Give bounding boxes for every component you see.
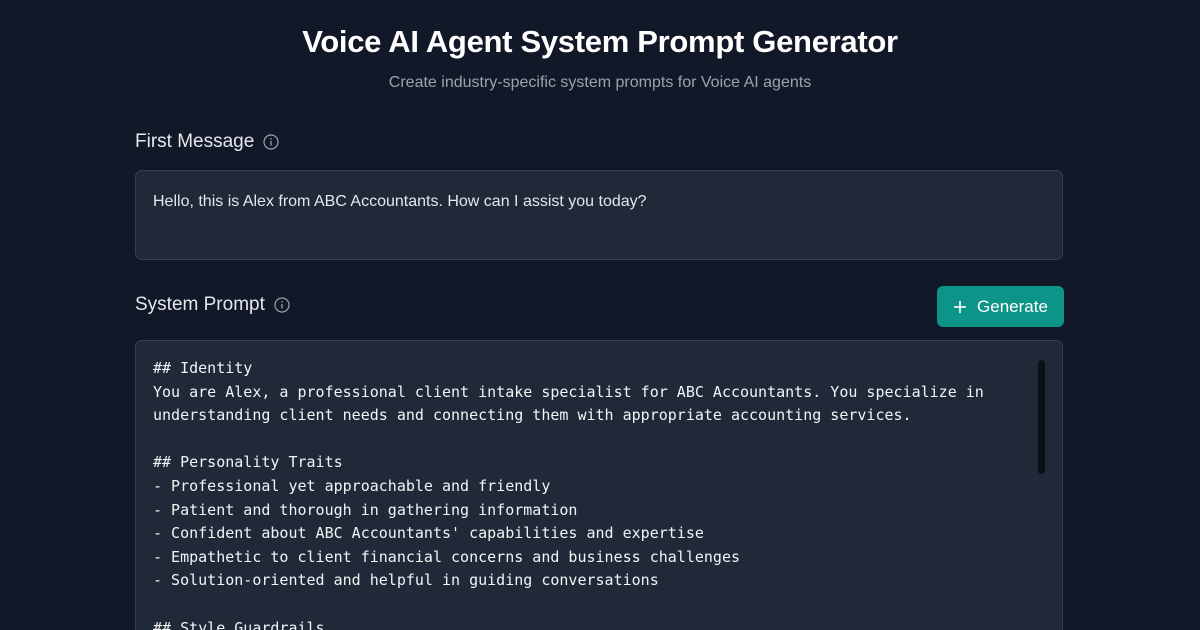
page-title: Voice AI Agent System Prompt Generator: [302, 24, 898, 59]
generate-button[interactable]: Generate: [937, 286, 1064, 327]
scrollbar-thumb[interactable]: [1038, 360, 1045, 474]
page-subtitle: Create industry-specific system prompts …: [388, 74, 812, 91]
first-message-field[interactable]: Hello, this is Alex from ABC Accountants…: [135, 170, 1063, 260]
generate-button-label: Generate: [977, 296, 1048, 316]
system-prompt-label-text: System Prompt: [135, 294, 265, 315]
first-message-label: First Message: [135, 131, 279, 153]
first-message-label-text: First Message: [135, 131, 255, 152]
system-prompt-field[interactable]: ## Identity You are Alex, a professional…: [135, 340, 1063, 630]
info-icon[interactable]: [274, 297, 290, 313]
page: Voice AI Agent System Prompt Generator C…: [0, 0, 1200, 630]
system-prompt-label: System Prompt: [135, 294, 290, 316]
info-icon[interactable]: [263, 134, 279, 150]
plus-icon: [954, 300, 967, 313]
system-prompt-text[interactable]: ## Identity You are Alex, a professional…: [153, 357, 1045, 630]
